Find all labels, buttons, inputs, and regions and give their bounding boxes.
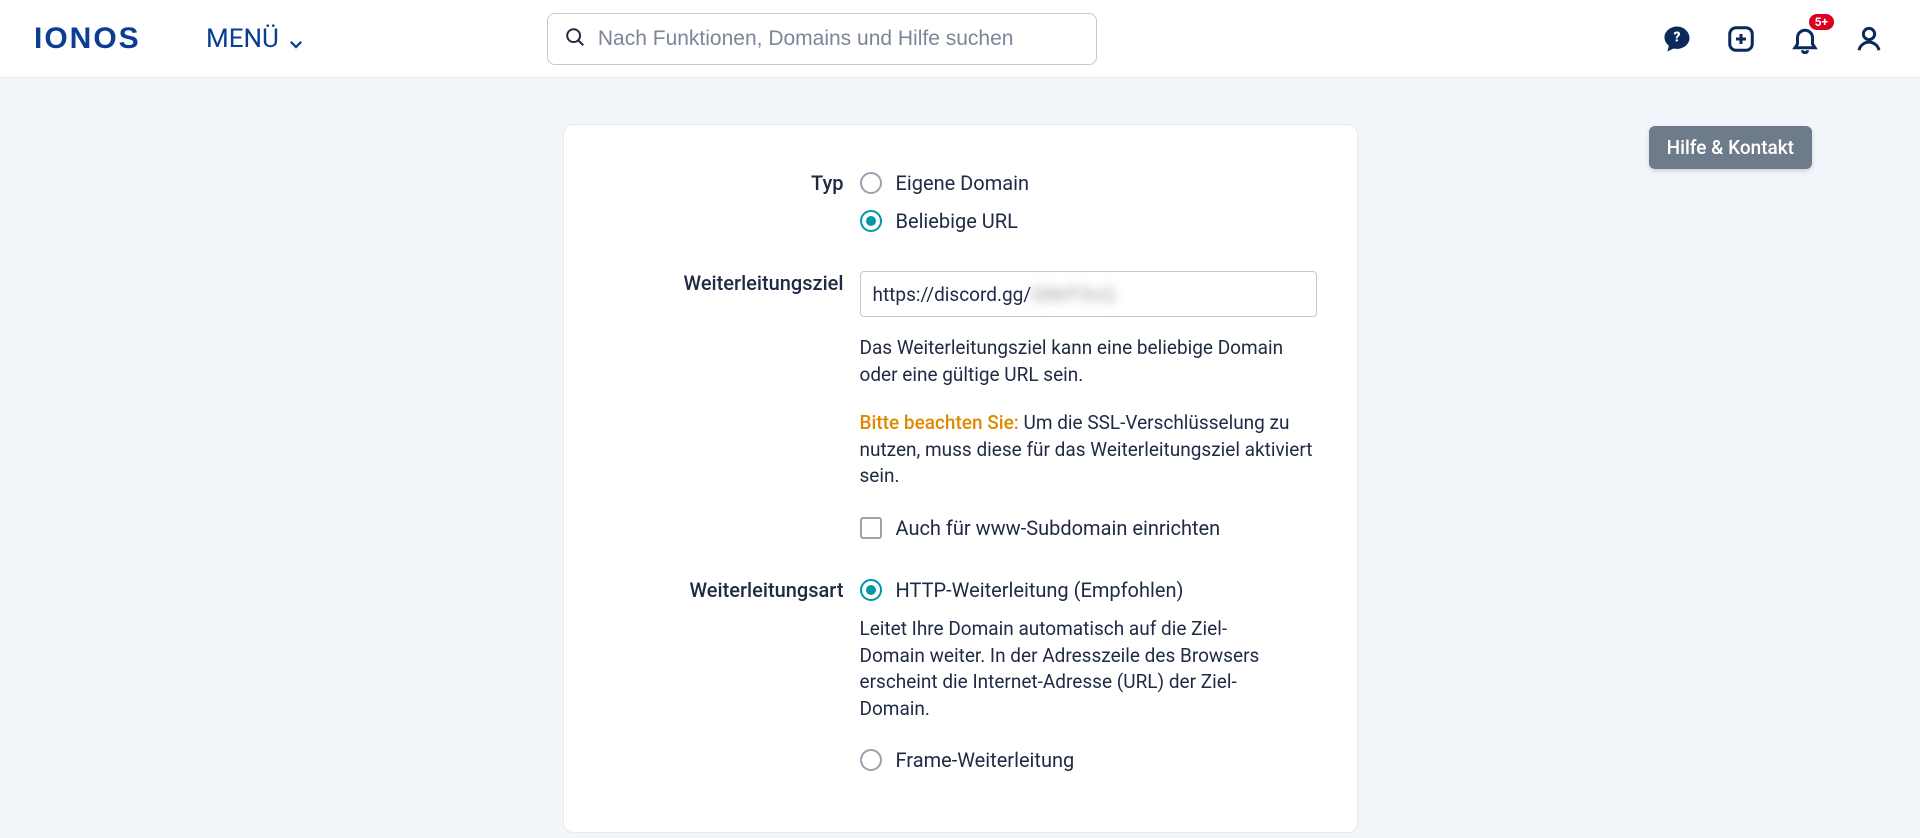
add-icon[interactable] xyxy=(1724,22,1758,56)
checkbox-icon xyxy=(860,517,882,539)
user-icon[interactable] xyxy=(1852,22,1886,56)
radio-label: Beliebige URL xyxy=(896,209,1018,233)
radio-icon xyxy=(860,749,882,771)
help-contact-button[interactable]: Hilfe & Kontakt xyxy=(1649,126,1812,169)
svg-text:IONOS: IONOS xyxy=(34,24,141,54)
radio-icon xyxy=(860,579,882,601)
search-icon xyxy=(564,26,586,52)
search-field[interactable] xyxy=(547,13,1097,65)
search-input[interactable] xyxy=(598,27,1080,51)
warning-prefix: Bitte beachten Sie: xyxy=(860,411,1019,434)
notification-badge: 5+ xyxy=(1809,14,1834,30)
header-actions: ? 5+ xyxy=(1660,22,1886,56)
radio-any-url[interactable]: Beliebige URL xyxy=(860,209,1317,233)
menu-label: MENÜ xyxy=(206,24,279,54)
logo[interactable]: IONOS xyxy=(34,24,174,54)
radio-icon xyxy=(860,172,882,194)
settings-card: Typ Eigene Domain Beliebige URL Weiterle… xyxy=(563,124,1358,833)
help-text: Leitet Ihre Domain automatisch auf die Z… xyxy=(860,616,1290,722)
radio-label: Eigene Domain xyxy=(896,171,1030,195)
www-subdomain-checkbox[interactable]: Auch für www-Subdomain einrichten xyxy=(860,516,1317,540)
radio-icon xyxy=(860,210,882,232)
field-label-type: Typ xyxy=(604,171,844,233)
field-label-target: Weiterleitungsziel xyxy=(604,271,844,540)
app-header: IONOS MENÜ ? 5+ xyxy=(0,0,1920,78)
checkbox-label: Auch für www-Subdomain einrichten xyxy=(896,516,1221,540)
warning-text: Bitte beachten Sie: Um die SSL-Verschlüs… xyxy=(860,410,1317,490)
radio-frame-redirect[interactable]: Frame-Weiterleitung xyxy=(860,748,1317,772)
help-text: Das Weiterleitungsziel kann eine beliebi… xyxy=(860,335,1317,388)
field-label-method: Weiterleitungsart xyxy=(604,578,844,772)
target-url-input[interactable] xyxy=(860,271,1317,317)
help-chat-icon[interactable]: ? xyxy=(1660,22,1694,56)
bell-icon[interactable]: 5+ xyxy=(1788,22,1822,56)
chevron-down-icon xyxy=(287,30,305,48)
radio-own-domain[interactable]: Eigene Domain xyxy=(860,171,1317,195)
svg-text:?: ? xyxy=(1673,29,1680,45)
radio-label: Frame-Weiterleitung xyxy=(896,748,1075,772)
radio-label: HTTP-Weiterleitung (Empfohlen) xyxy=(896,578,1184,602)
menu-button[interactable]: MENÜ xyxy=(206,24,305,54)
radio-http-redirect[interactable]: HTTP-Weiterleitung (Empfohlen) xyxy=(860,578,1317,602)
